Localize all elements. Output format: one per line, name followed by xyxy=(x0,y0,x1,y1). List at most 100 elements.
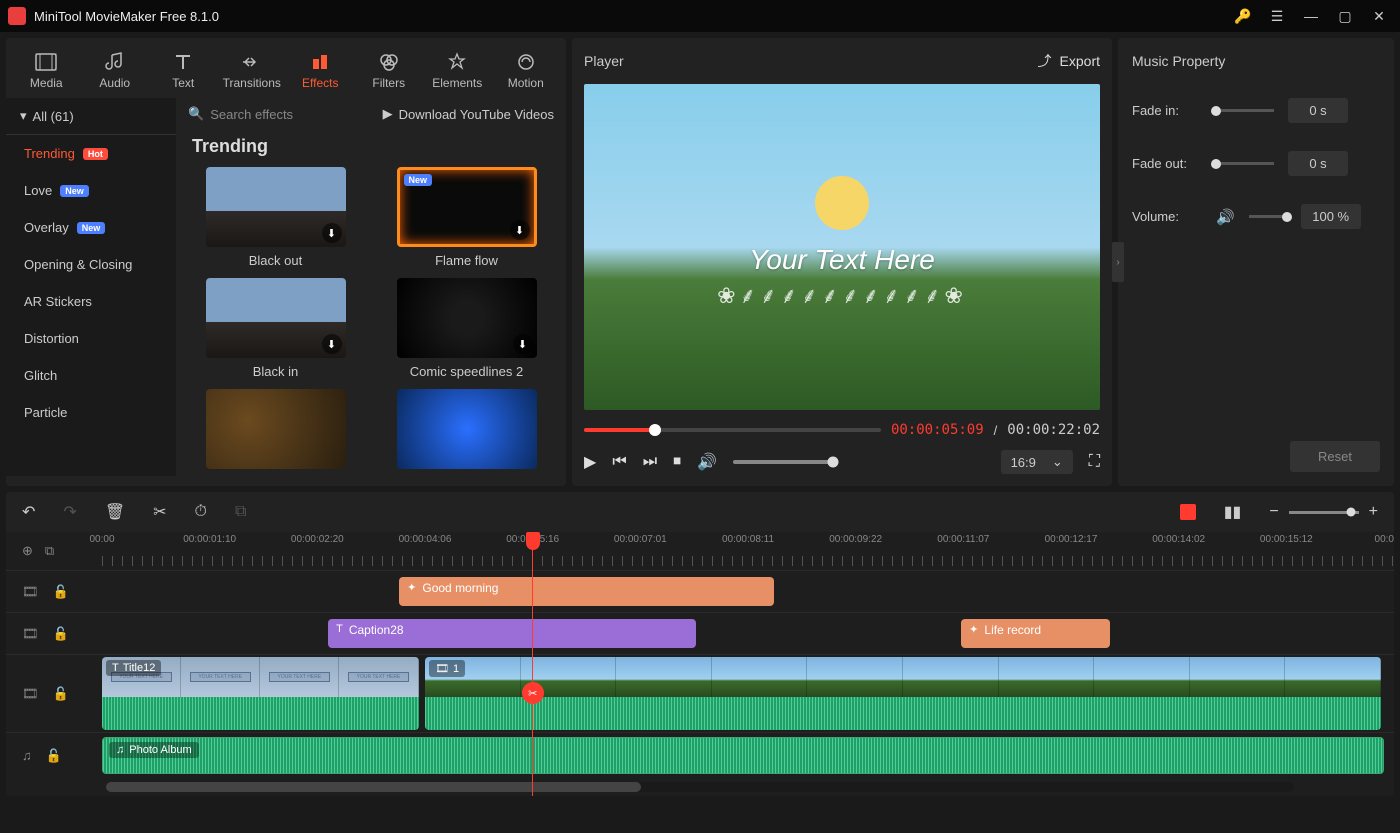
download-icon[interactable]: ⬇ xyxy=(510,220,530,240)
effect-flame-flow[interactable]: New⬇Flame flow xyxy=(383,167,550,268)
scissors-icon[interactable]: ✂ xyxy=(522,682,544,704)
add-track-button[interactable]: ⊕ xyxy=(22,543,33,559)
search-icon: 🔍 xyxy=(188,106,204,122)
speed-button[interactable]: ⏱ xyxy=(195,503,207,521)
prev-frame-button[interactable]: ⏮ xyxy=(612,453,626,471)
clip-good-morning[interactable]: ✦Good morning xyxy=(399,577,774,606)
track-manage-button[interactable]: ⧉ xyxy=(45,543,54,559)
export-button[interactable]: ⤴Export xyxy=(1038,51,1100,71)
category-love[interactable]: LoveNew xyxy=(6,172,176,209)
effect-blue[interactable] xyxy=(383,389,550,469)
lock-icon[interactable]: 🔓 xyxy=(53,686,69,702)
clip-life-record[interactable]: ✦Life record xyxy=(961,619,1110,648)
maximize-button[interactable]: ▢ xyxy=(1332,3,1358,29)
zoom-slider[interactable] xyxy=(1289,511,1359,514)
total-time: 00:00:22:02 xyxy=(1007,422,1100,438)
menu-icon[interactable]: ☰ xyxy=(1264,3,1290,29)
library-panel: Media Audio Text Transitions Effects Fil… xyxy=(6,38,566,486)
category-distortion[interactable]: Distortion xyxy=(6,320,176,357)
effect-comic-speedlines[interactable]: ⬇Comic speedlines 2 xyxy=(383,278,550,379)
zoom-in-button[interactable]: + xyxy=(1369,503,1378,521)
crop-button[interactable]: ⧉ xyxy=(235,503,246,521)
key-icon[interactable]: 🔑 xyxy=(1230,3,1256,29)
ruler-tick: 00:00:14:02 xyxy=(1152,534,1205,545)
next-frame-button[interactable]: ⏭ xyxy=(643,453,657,471)
ruler-tick: 00:00:15:12 xyxy=(1260,534,1313,545)
tab-media[interactable]: Media xyxy=(12,42,81,98)
tab-motion[interactable]: Motion xyxy=(492,42,561,98)
volume-prop-slider[interactable] xyxy=(1249,215,1287,218)
playback-slider[interactable] xyxy=(584,428,881,432)
collapse-toggle[interactable]: › xyxy=(1112,242,1124,282)
aspect-ratio-select[interactable]: 16:9⌄ xyxy=(1001,450,1073,474)
fade-out-label: Fade out: xyxy=(1132,156,1202,171)
effect-particles[interactable] xyxy=(192,389,359,469)
download-icon[interactable]: ⬇ xyxy=(513,334,533,354)
playhead[interactable]: ✂ xyxy=(532,532,533,796)
text-icon: T xyxy=(112,662,119,674)
tab-transitions[interactable]: Transitions xyxy=(218,42,287,98)
tab-text[interactable]: Text xyxy=(149,42,218,98)
undo-button[interactable]: ↶ xyxy=(22,502,35,522)
clip-title12[interactable]: TTitle12 YOUR TEXT HEREYOUR TEXT HEREYOU… xyxy=(102,657,419,730)
lock-icon[interactable]: 🔓 xyxy=(53,584,69,600)
preview-viewport[interactable]: Your Text Here ❀⸙⸙⸙⸙⸙⸙⸙⸙⸙⸙❀ xyxy=(584,84,1100,410)
redo-button[interactable]: ↷ xyxy=(63,502,76,522)
category-glitch[interactable]: Glitch xyxy=(6,357,176,394)
volume-value[interactable]: 100 % xyxy=(1301,204,1361,229)
clip-video-1[interactable]: 🎞1 xyxy=(425,657,1381,730)
lock-icon[interactable]: 🔓 xyxy=(53,626,69,642)
reset-button[interactable]: Reset xyxy=(1290,441,1380,472)
download-icon[interactable]: ⬇ xyxy=(322,334,342,354)
export-icon: ⤴ xyxy=(1038,51,1052,71)
tab-audio[interactable]: Audio xyxy=(81,42,150,98)
fade-in-label: Fade in: xyxy=(1132,103,1202,118)
tab-effects[interactable]: Effects xyxy=(286,42,355,98)
volume-icon[interactable]: 🔊 xyxy=(1216,208,1235,226)
tab-elements[interactable]: Elements xyxy=(423,42,492,98)
download-icon[interactable]: ⬇ xyxy=(322,223,342,243)
close-button[interactable]: ✕ xyxy=(1366,3,1392,29)
auto-ripple-icon[interactable] xyxy=(1180,504,1196,520)
category-trending[interactable]: TrendingHot xyxy=(6,135,176,172)
volume-slider[interactable] xyxy=(733,460,833,464)
youtube-icon: ▶ xyxy=(383,106,393,122)
search-effects[interactable]: 🔍Search effects xyxy=(188,106,373,122)
zoom-out-button[interactable]: − xyxy=(1269,503,1278,521)
clip-photo-album[interactable]: ♫Photo Album xyxy=(102,737,1384,774)
volume-label: Volume: xyxy=(1132,209,1202,224)
track-main-video: 🎞 🔓 TTitle12 YOUR TEXT HEREYOUR TEXT HERE… xyxy=(6,654,1394,732)
fade-out-slider[interactable] xyxy=(1216,162,1274,165)
category-all[interactable]: ▾All (61) xyxy=(6,98,176,135)
download-youtube-link[interactable]: ▶Download YouTube Videos xyxy=(383,106,554,122)
snap-icon[interactable]: ▮▮ xyxy=(1224,502,1242,522)
hot-badge: Hot xyxy=(83,148,108,160)
fade-in-slider[interactable] xyxy=(1216,109,1274,112)
category-opening-closing[interactable]: Opening & Closing xyxy=(6,246,176,283)
chevron-down-icon: ⌄ xyxy=(1052,454,1063,470)
category-ar-stickers[interactable]: AR Stickers xyxy=(6,283,176,320)
media-icon xyxy=(35,52,57,72)
properties-title: Music Property xyxy=(1132,38,1380,84)
transitions-icon xyxy=(241,52,263,72)
video-track-icon: 🎞 xyxy=(22,584,39,600)
category-overlay[interactable]: OverlayNew xyxy=(6,209,176,246)
clip-caption28[interactable]: TCaption28 xyxy=(328,619,696,648)
play-button[interactable]: ▶ xyxy=(584,452,596,472)
minimize-button[interactable]: — xyxy=(1298,3,1324,29)
timeline-scrollbar[interactable] xyxy=(106,782,1294,792)
category-particle[interactable]: Particle xyxy=(6,394,176,431)
lock-icon[interactable]: 🔓 xyxy=(46,748,62,764)
fade-out-value[interactable]: 0 s xyxy=(1288,151,1348,176)
time-ruler[interactable]: 00:0000:00:01:1000:00:02:2000:00:04:0600… xyxy=(102,532,1394,570)
fade-in-value[interactable]: 0 s xyxy=(1288,98,1348,123)
split-button[interactable]: ✂ xyxy=(153,502,166,522)
effect-black-out[interactable]: ⬇Black out xyxy=(192,167,359,268)
film-icon: 🎞 xyxy=(435,662,449,675)
tab-filters[interactable]: Filters xyxy=(355,42,424,98)
effect-black-in[interactable]: ⬇Black in xyxy=(192,278,359,379)
fullscreen-button[interactable]: ⛶ xyxy=(1089,453,1100,471)
delete-button[interactable]: 🗑 xyxy=(105,502,125,522)
volume-icon[interactable]: 🔊 xyxy=(697,452,717,472)
stop-button[interactable]: ⏹ xyxy=(673,453,681,471)
